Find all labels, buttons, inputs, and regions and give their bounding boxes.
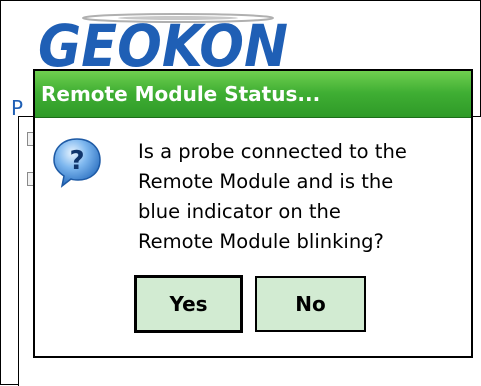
svg-text:GEOKON: GEOKON (38, 12, 288, 72)
dialog-title: Remote Module Status... (41, 82, 321, 106)
no-button[interactable]: No (255, 276, 366, 332)
dialog-titlebar: Remote Module Status... (35, 71, 471, 118)
message-line: Is a probe connected to the (138, 140, 407, 163)
message-line: Remote Module blinking? (138, 230, 384, 253)
message-line: Remote Module and is the (138, 170, 394, 193)
svg-text:?: ? (69, 146, 84, 176)
dialog-message: Is a probe connected to the Remote Modul… (138, 137, 458, 257)
question-icon: ? (53, 138, 101, 188)
yes-button[interactable]: Yes (134, 275, 243, 333)
geokon-logo: GEOKON (38, 12, 288, 72)
message-line: blue indicator on the (138, 200, 341, 223)
message-dialog: Remote Module Status... ? Is a probe con… (33, 69, 473, 358)
